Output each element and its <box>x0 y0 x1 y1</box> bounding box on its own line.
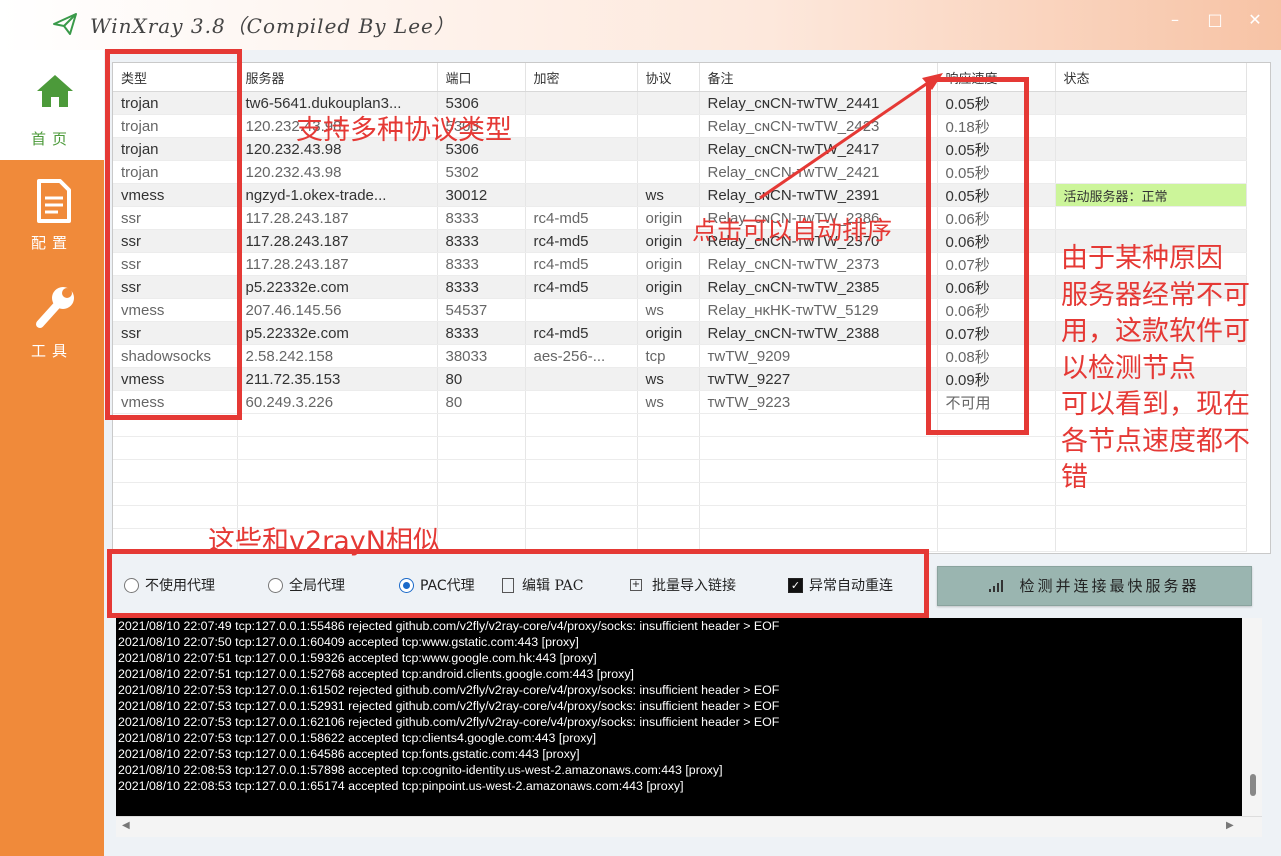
annotation-reason-line: 可以看到，现在 <box>1061 389 1250 420</box>
annotation-reason: 由于某种原因 服务器经常不可 用，这款软件可 以检测节点可以看到，现在 各节点速度都不错 <box>1061 241 1250 497</box>
annotation-reason-line: 用，这款软件可 <box>1061 316 1250 347</box>
annotation-similar: 这些和v2rayN相似 <box>208 526 440 557</box>
annotation-reason-line: 错 <box>1061 462 1088 493</box>
annotation-reason-line: 服务器经常不可 <box>1061 279 1250 311</box>
annotation-protocols: 支持多种协议类型 <box>296 115 512 146</box>
annotation-reason-line: 以检测节点 <box>1061 352 1196 384</box>
annotation-reason-line: 各节点速度都不 <box>1061 425 1250 457</box>
annotation-sort: 点击可以自动排序 <box>692 216 893 245</box>
annotation-reason-line: 由于某种原因 <box>1061 243 1223 274</box>
